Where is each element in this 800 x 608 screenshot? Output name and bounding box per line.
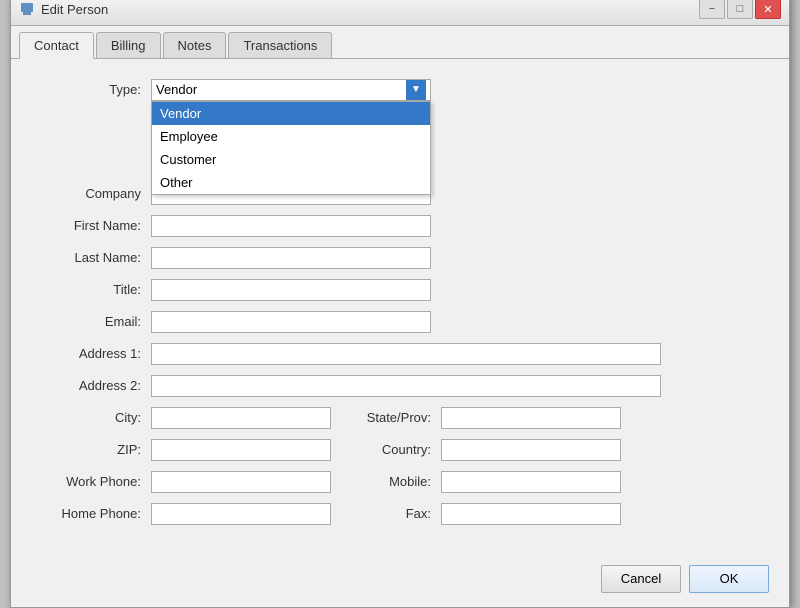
title-bar-controls: − □ ✕: [699, 0, 781, 19]
person-icon: [19, 1, 35, 17]
address1-row: Address 1:: [41, 343, 759, 365]
address1-label: Address 1:: [41, 346, 151, 361]
type-select-container: Vendor ▼ Vendor Employee Customer Other: [151, 79, 431, 101]
first-name-row: First Name:: [41, 215, 759, 237]
mobile-col: Mobile:: [351, 471, 621, 493]
email-input[interactable]: [151, 311, 431, 333]
state-col: State/Prov:: [351, 407, 621, 429]
close-button[interactable]: ✕: [755, 0, 781, 19]
dropdown-option-customer[interactable]: Customer: [152, 148, 430, 171]
form-content: Type: Vendor ▼ Vendor Employee Customer …: [11, 59, 789, 555]
type-dropdown: Vendor Employee Customer Other: [151, 101, 431, 195]
zip-input[interactable]: [151, 439, 331, 461]
home-phone-label: Home Phone:: [41, 506, 151, 521]
work-phone-label: Work Phone:: [41, 474, 151, 489]
dropdown-option-other[interactable]: Other: [152, 171, 430, 194]
country-input[interactable]: [441, 439, 621, 461]
work-phone-input[interactable]: [151, 471, 331, 493]
dropdown-option-vendor[interactable]: Vendor: [152, 102, 430, 125]
work-mobile-row: Work Phone: Mobile:: [41, 471, 759, 493]
title-label: Title:: [41, 282, 151, 297]
first-name-label: First Name:: [41, 218, 151, 233]
tab-bar: Contact Billing Notes Transactions: [11, 26, 789, 59]
tab-transactions[interactable]: Transactions: [228, 32, 332, 58]
cancel-button[interactable]: Cancel: [601, 565, 681, 593]
fax-input[interactable]: [441, 503, 621, 525]
country-label: Country:: [351, 442, 441, 457]
company-label: Company: [41, 186, 151, 201]
minimize-button[interactable]: −: [699, 0, 725, 19]
country-col: Country:: [351, 439, 621, 461]
title-input[interactable]: [151, 279, 431, 301]
last-name-row: Last Name:: [41, 247, 759, 269]
city-input[interactable]: [151, 407, 331, 429]
email-row: Email:: [41, 311, 759, 333]
edit-person-window: Edit Person − □ ✕ Contact Billing Notes …: [10, 0, 790, 608]
city-label: City:: [41, 410, 151, 425]
email-label: Email:: [41, 314, 151, 329]
city-state-row: City: State/Prov:: [41, 407, 759, 429]
address1-input[interactable]: [151, 343, 661, 365]
tab-contact[interactable]: Contact: [19, 32, 94, 59]
tab-billing[interactable]: Billing: [96, 32, 161, 58]
state-input[interactable]: [441, 407, 621, 429]
maximize-button[interactable]: □: [727, 0, 753, 19]
zip-label: ZIP:: [41, 442, 151, 457]
type-label: Type:: [41, 82, 151, 97]
address2-input[interactable]: [151, 375, 661, 397]
type-selected-value: Vendor: [156, 82, 406, 97]
title-bar-left: Edit Person: [19, 1, 108, 17]
dropdown-option-employee[interactable]: Employee: [152, 125, 430, 148]
address2-label: Address 2:: [41, 378, 151, 393]
mobile-label: Mobile:: [351, 474, 441, 489]
type-select-wrapper: Vendor ▼ Vendor Employee Customer Other: [151, 79, 431, 101]
type-row: Type: Vendor ▼ Vendor Employee Customer …: [41, 79, 759, 101]
tab-notes[interactable]: Notes: [163, 32, 227, 58]
last-name-input[interactable]: [151, 247, 431, 269]
state-label: State/Prov:: [351, 410, 441, 425]
title-bar: Edit Person − □ ✕: [11, 0, 789, 26]
mobile-input[interactable]: [441, 471, 621, 493]
dropdown-arrow-icon: ▼: [406, 80, 426, 100]
fax-label: Fax:: [351, 506, 441, 521]
footer: Cancel OK: [11, 555, 789, 607]
home-phone-input[interactable]: [151, 503, 331, 525]
title-row: Title:: [41, 279, 759, 301]
type-display[interactable]: Vendor ▼: [151, 79, 431, 101]
address2-row: Address 2:: [41, 375, 759, 397]
last-name-label: Last Name:: [41, 250, 151, 265]
home-fax-row: Home Phone: Fax:: [41, 503, 759, 525]
zip-country-row: ZIP: Country:: [41, 439, 759, 461]
first-name-input[interactable]: [151, 215, 431, 237]
fax-col: Fax:: [351, 503, 621, 525]
ok-button[interactable]: OK: [689, 565, 769, 593]
window-title: Edit Person: [41, 2, 108, 17]
